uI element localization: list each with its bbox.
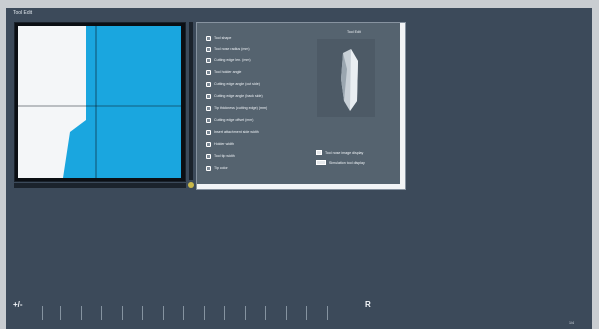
option-label: Cutting edge offset (mm) xyxy=(214,118,254,122)
offset-icon xyxy=(206,117,211,123)
width-icon xyxy=(206,129,211,135)
softkey-divider xyxy=(163,306,164,320)
preview-vertical-scrollbar[interactable] xyxy=(189,22,193,180)
color-icon xyxy=(206,165,211,171)
tool-insert-icon xyxy=(317,39,375,117)
tool-profile-drawing xyxy=(18,26,181,178)
warning-icon[interactable] xyxy=(188,182,194,188)
option-label: Tip thickness (cutting edge) (mm) xyxy=(214,106,268,110)
window-title: Tool Edit xyxy=(13,10,33,16)
angle-icon xyxy=(206,69,211,75)
plus-minus-icon[interactable]: +/- xyxy=(13,300,23,309)
softkey-divider xyxy=(286,306,287,320)
tool-3d-image xyxy=(317,39,375,117)
softkey-divider xyxy=(142,306,143,320)
angle-icon xyxy=(206,81,211,87)
option-label: Tip color xyxy=(214,166,228,170)
simulation-tool-checkbox[interactable]: Simulation tool display xyxy=(316,160,365,165)
option-item[interactable]: Tip color xyxy=(206,164,228,172)
option-label: Cutting edge angle (cut side) xyxy=(214,82,260,86)
softkey-divider xyxy=(306,306,307,320)
option-item[interactable]: Tip thickness (cutting edge) (mm) xyxy=(206,104,267,112)
softkey-divider xyxy=(245,306,246,320)
tool-options-panel: Tool shape Tool nose radius (mm) Cutting… xyxy=(196,22,406,190)
softkey-divider xyxy=(183,306,184,320)
nose-image-checkbox[interactable]: Tool nose image display xyxy=(316,150,363,155)
thickness-icon xyxy=(206,105,211,111)
option-item[interactable]: Insert attachment side width xyxy=(206,128,259,136)
option-label: Tool shape xyxy=(214,36,232,40)
option-item[interactable]: Cutting edge offset (mm) xyxy=(206,116,253,124)
shape-icon xyxy=(206,35,211,41)
option-item[interactable]: Tool holder angle xyxy=(206,68,241,76)
option-label: Tool holder angle xyxy=(214,70,242,74)
angle-icon xyxy=(206,93,211,99)
softkey-divider xyxy=(122,306,123,320)
edge-icon xyxy=(206,57,211,63)
tip-icon xyxy=(206,153,211,159)
return-icon[interactable]: R xyxy=(365,300,371,309)
checkbox-label: Tool nose image display xyxy=(325,150,364,155)
option-item[interactable]: Tool tip width xyxy=(206,152,235,160)
option-label: Insert attachment side width xyxy=(214,130,259,134)
option-item[interactable]: Cutting edge len. (mm) xyxy=(206,56,251,64)
preview-horizontal-scrollbar[interactable] xyxy=(14,183,186,188)
checkbox-icon xyxy=(316,160,326,165)
option-item[interactable]: Tool shape xyxy=(206,34,231,42)
softkey-divider xyxy=(81,306,82,320)
panel-scrollbar[interactable] xyxy=(400,23,405,189)
option-item[interactable]: Cutting edge angle (cut side) xyxy=(206,80,260,88)
softkey-divider xyxy=(327,306,328,320)
softkey-divider xyxy=(204,306,205,320)
tool-preview-canvas[interactable] xyxy=(18,26,181,178)
option-label: Cutting edge angle (back side) xyxy=(214,94,263,98)
bottom-toolbar: +/- R 1/4 xyxy=(6,294,592,329)
radius-icon xyxy=(206,46,211,52)
panel-horizontal-scrollbar[interactable] xyxy=(197,184,405,189)
option-label: Tool tip width xyxy=(214,154,235,158)
softkey-divider xyxy=(101,306,102,320)
checkbox-icon xyxy=(316,150,322,155)
softkey-divider xyxy=(42,306,43,320)
option-item[interactable]: Cutting edge angle (back side) xyxy=(206,92,263,100)
option-label: Cutting edge len. (mm) xyxy=(214,58,251,62)
option-item[interactable]: Holder width xyxy=(206,140,234,148)
softkey-divider xyxy=(265,306,266,320)
page-indicator: 1/4 xyxy=(569,321,574,325)
tool-preview-frame xyxy=(14,22,186,182)
option-item[interactable]: Tool nose radius (mm) xyxy=(206,45,250,53)
tool-image-label: Tool Edit xyxy=(347,30,361,34)
softkey-divider xyxy=(60,306,61,320)
option-label: Holder width xyxy=(214,142,234,146)
checkbox-label: Simulation tool display xyxy=(329,160,365,165)
option-label: Tool nose radius (mm) xyxy=(214,47,250,51)
softkey-divider xyxy=(224,306,225,320)
tool-edit-window: Tool Edit Tool shape Tool nose radius (m… xyxy=(6,8,592,329)
holder-icon xyxy=(206,141,211,147)
